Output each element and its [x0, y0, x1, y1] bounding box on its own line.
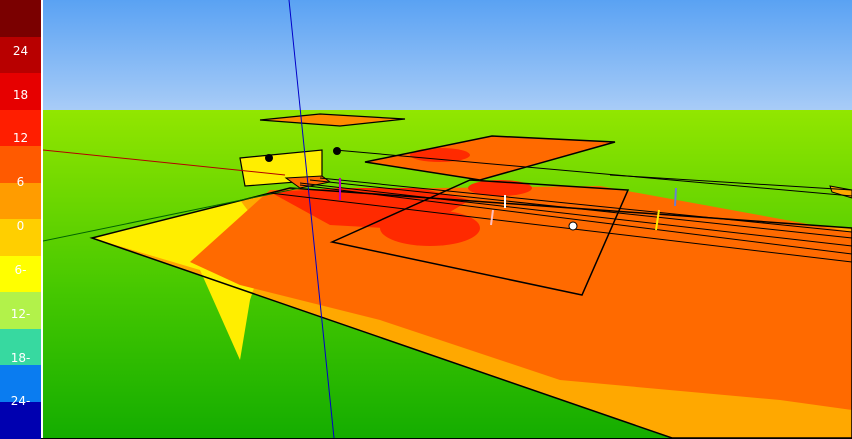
sky	[43, 0, 852, 110]
contour-red-spot	[380, 210, 480, 246]
sensor-pole-blue[interactable]	[675, 188, 676, 206]
receiver-marker[interactable]	[569, 222, 577, 230]
legend-label: 0	[0, 219, 41, 233]
legend-label: 24	[0, 44, 41, 58]
legend-label: 12-	[0, 307, 41, 321]
source-marker-2[interactable]	[265, 154, 273, 162]
legend-label: 12	[0, 131, 41, 145]
legend-label: 18	[0, 88, 41, 102]
source-marker[interactable]	[333, 147, 341, 155]
legend-band	[0, 0, 41, 38]
legend-label: 6-	[0, 263, 41, 277]
color-scale-legend: 24 18 12 6 0 6- 12- 18- 24-	[0, 0, 41, 438]
legend-label: 24-	[0, 394, 41, 408]
legend-label: 18-	[0, 351, 41, 365]
scene-canvas[interactable]	[43, 0, 852, 438]
legend-label: 6	[0, 175, 41, 189]
3d-viewport[interactable]	[43, 0, 852, 438]
upper-plane-red	[410, 148, 470, 162]
